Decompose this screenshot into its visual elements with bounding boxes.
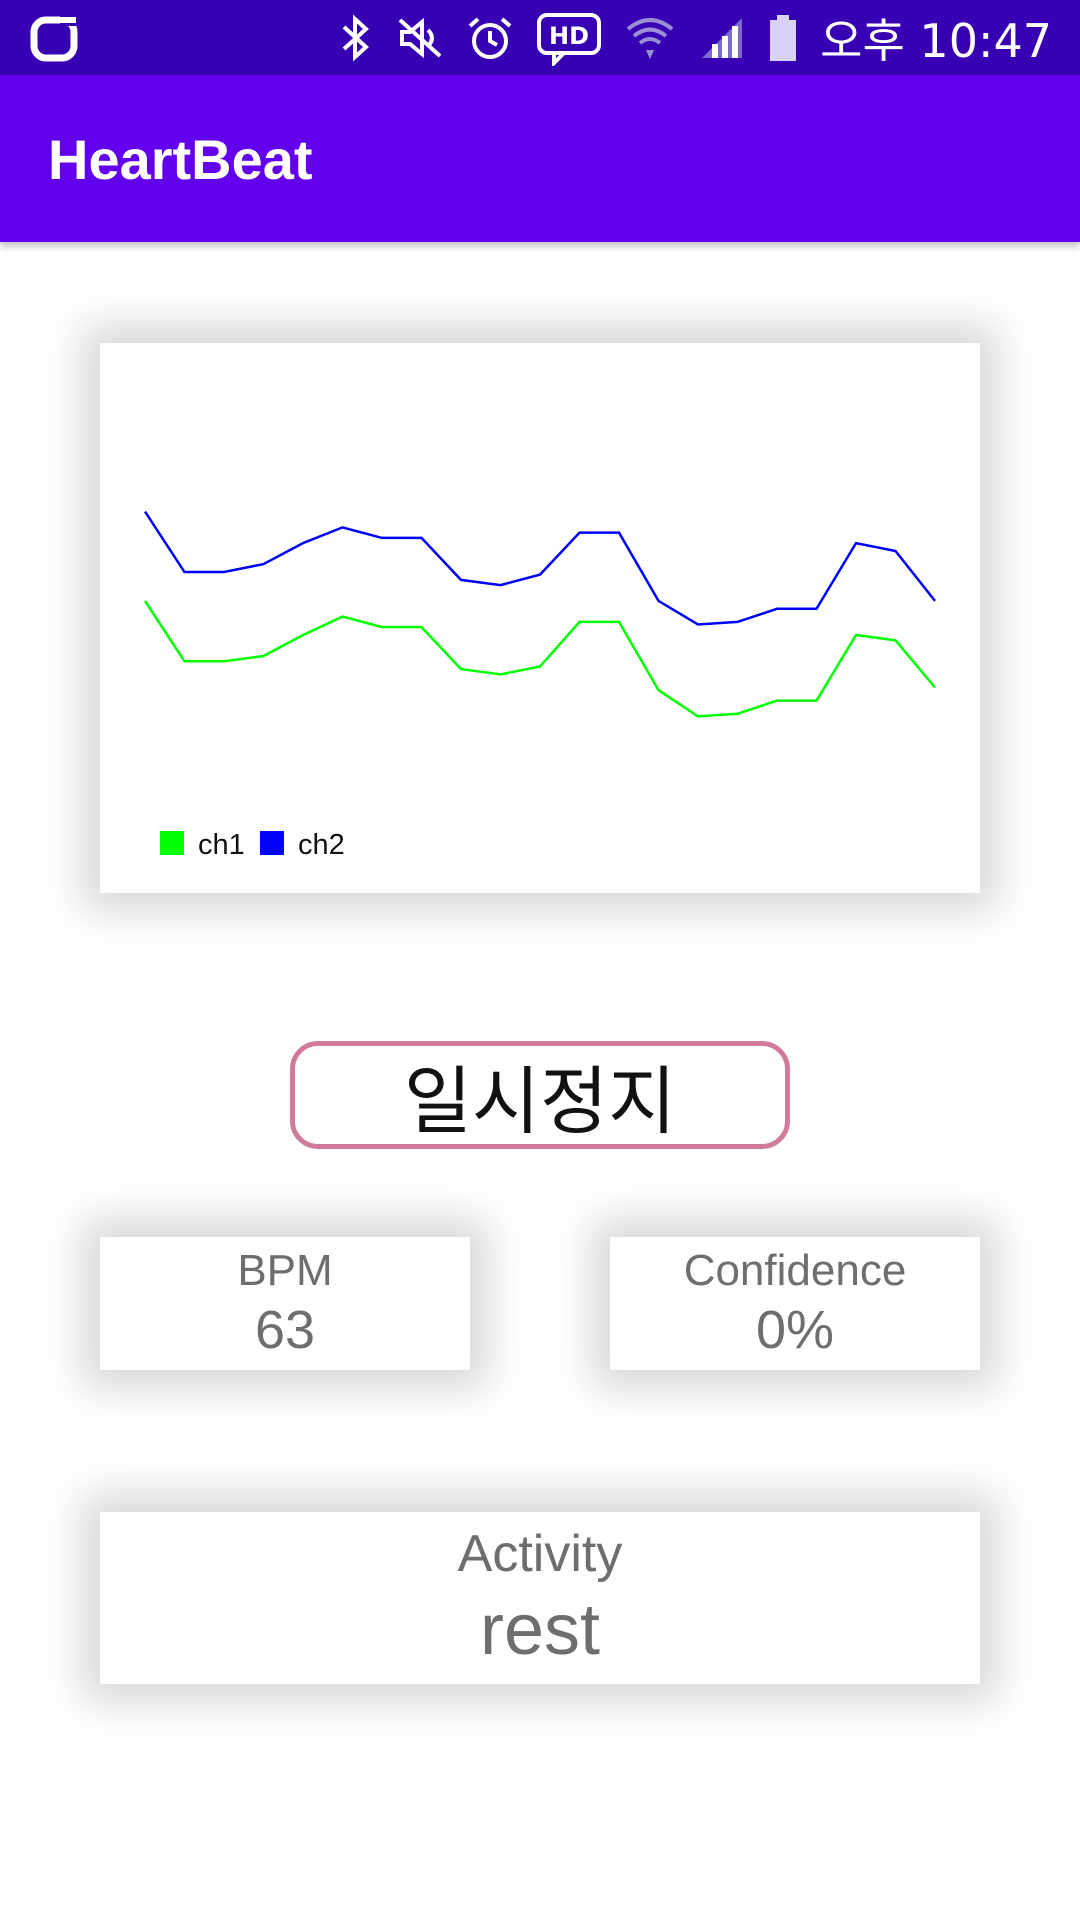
series-line-ch1 [143,600,936,718]
activity-value: rest [479,1590,601,1670]
status-time: 오후 10:47 [820,13,1052,68]
signal-icon [702,17,743,58]
app-logo-icon [30,16,78,62]
status-bar: HD 오후 10:47 [0,0,1080,75]
confidence-label: Confidence [683,1245,907,1295]
app-bar: HeartBeat [0,75,1080,242]
bluetooth-icon [342,13,370,62]
app-title: HeartBeat [48,128,313,191]
activity-card: Activity rest [100,1512,980,1684]
legend-swatch-ch1 [160,831,184,855]
confidence-card: Confidence 0% [610,1237,980,1370]
bpm-value: 63 [254,1299,316,1360]
mute-icon [398,17,442,58]
pause-button[interactable]: 일시정지 [290,1041,790,1149]
bpm-card: BPM 63 [100,1237,470,1370]
heartbeat-chart: ch1 ch2 [143,510,936,861]
bpm-label: BPM [237,1245,333,1295]
confidence-value: 0% [755,1299,835,1360]
legend-label-ch1: ch1 [198,829,245,861]
svg-text:HD: HD [549,22,589,50]
legend-swatch-ch2 [260,831,284,855]
series-line-ch2 [143,510,936,626]
alarm-icon [468,16,512,59]
activity-label: Activity [457,1525,623,1583]
battery-icon [770,14,797,61]
legend-label-ch2: ch2 [298,829,345,861]
status-icons: HD 오후 10:47 [338,0,1052,75]
hd-icon: HD [537,12,602,66]
heartbeat-chart-card: ch1 ch2 [100,343,980,893]
wifi-icon [626,17,674,59]
